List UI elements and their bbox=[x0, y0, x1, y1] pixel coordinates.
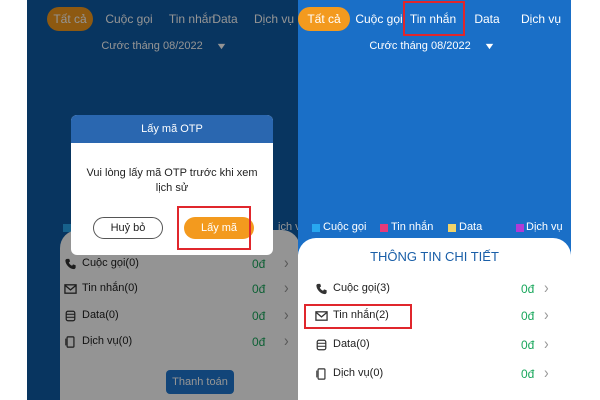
chart-legend: Cuộc gọi Tin nhắn Data Dịch vụ bbox=[298, 221, 571, 235]
row-label: Dịch vụ(0) bbox=[333, 367, 384, 379]
dialog-title: Lấy mã OTP bbox=[71, 115, 273, 143]
legend-label-services: Dịch vụ bbox=[526, 221, 563, 233]
legend-label-data: Data bbox=[459, 221, 483, 233]
row-value: 0đ bbox=[521, 282, 535, 296]
row-value: 0đ bbox=[521, 309, 535, 323]
sheet-title: THÔNG TIN CHI TIẾT bbox=[370, 249, 499, 264]
tab-calls[interactable]: Cuộc gọi bbox=[354, 7, 404, 31]
legend-swatch-calls bbox=[312, 224, 320, 232]
list-item[interactable]: Dịch vụ(0) 0đ › bbox=[298, 362, 571, 386]
row-label: Cuộc gọi(3) bbox=[333, 282, 390, 294]
database-icon bbox=[316, 339, 327, 351]
month-label: Cước tháng 08/2022 bbox=[369, 40, 471, 52]
right-screen: Tất cả Cuộc gọi Tin nhắn Data Dịch vụ Cư… bbox=[298, 0, 571, 400]
tab-all[interactable]: Tất cả bbox=[298, 7, 350, 31]
tab-data[interactable]: Data bbox=[470, 7, 504, 31]
highlight-box bbox=[304, 304, 412, 329]
chevron-right-icon: › bbox=[544, 304, 549, 324]
list-item[interactable]: Cuộc gọi(3) 0đ › bbox=[298, 277, 571, 301]
highlight-box bbox=[177, 206, 251, 250]
month-selector[interactable]: Cước tháng 08/2022 ▼ bbox=[298, 40, 568, 52]
highlight-box bbox=[403, 1, 465, 36]
chevron-right-icon: › bbox=[544, 277, 549, 297]
legend-swatch-data bbox=[448, 224, 456, 232]
device-icon bbox=[316, 368, 326, 380]
legend-label-messages: Tin nhắn bbox=[391, 221, 434, 233]
row-value: 0đ bbox=[521, 338, 535, 352]
tab-services[interactable]: Dịch vụ bbox=[515, 7, 567, 31]
legend-swatch-services bbox=[516, 224, 524, 232]
list-item[interactable]: Data(0) 0đ › bbox=[298, 333, 571, 357]
dialog-message: Vui lòng lấy mã OTP trước khi xem lịch s… bbox=[86, 167, 258, 194]
legend-label-calls: Cuộc gọi bbox=[323, 221, 367, 233]
legend-swatch-messages bbox=[380, 224, 388, 232]
chevron-right-icon: › bbox=[544, 362, 549, 382]
left-screen: Tất cả Cuộc gọi Tin nhắn Data Dịch vụ Cư… bbox=[27, 0, 300, 400]
cancel-button[interactable]: Huỷ bỏ bbox=[93, 217, 163, 239]
chevron-right-icon: › bbox=[544, 333, 549, 353]
row-label: Data(0) bbox=[333, 338, 370, 350]
row-value: 0đ bbox=[521, 367, 535, 381]
phone-icon bbox=[316, 283, 327, 295]
chevron-down-icon: ▼ bbox=[482, 41, 496, 51]
